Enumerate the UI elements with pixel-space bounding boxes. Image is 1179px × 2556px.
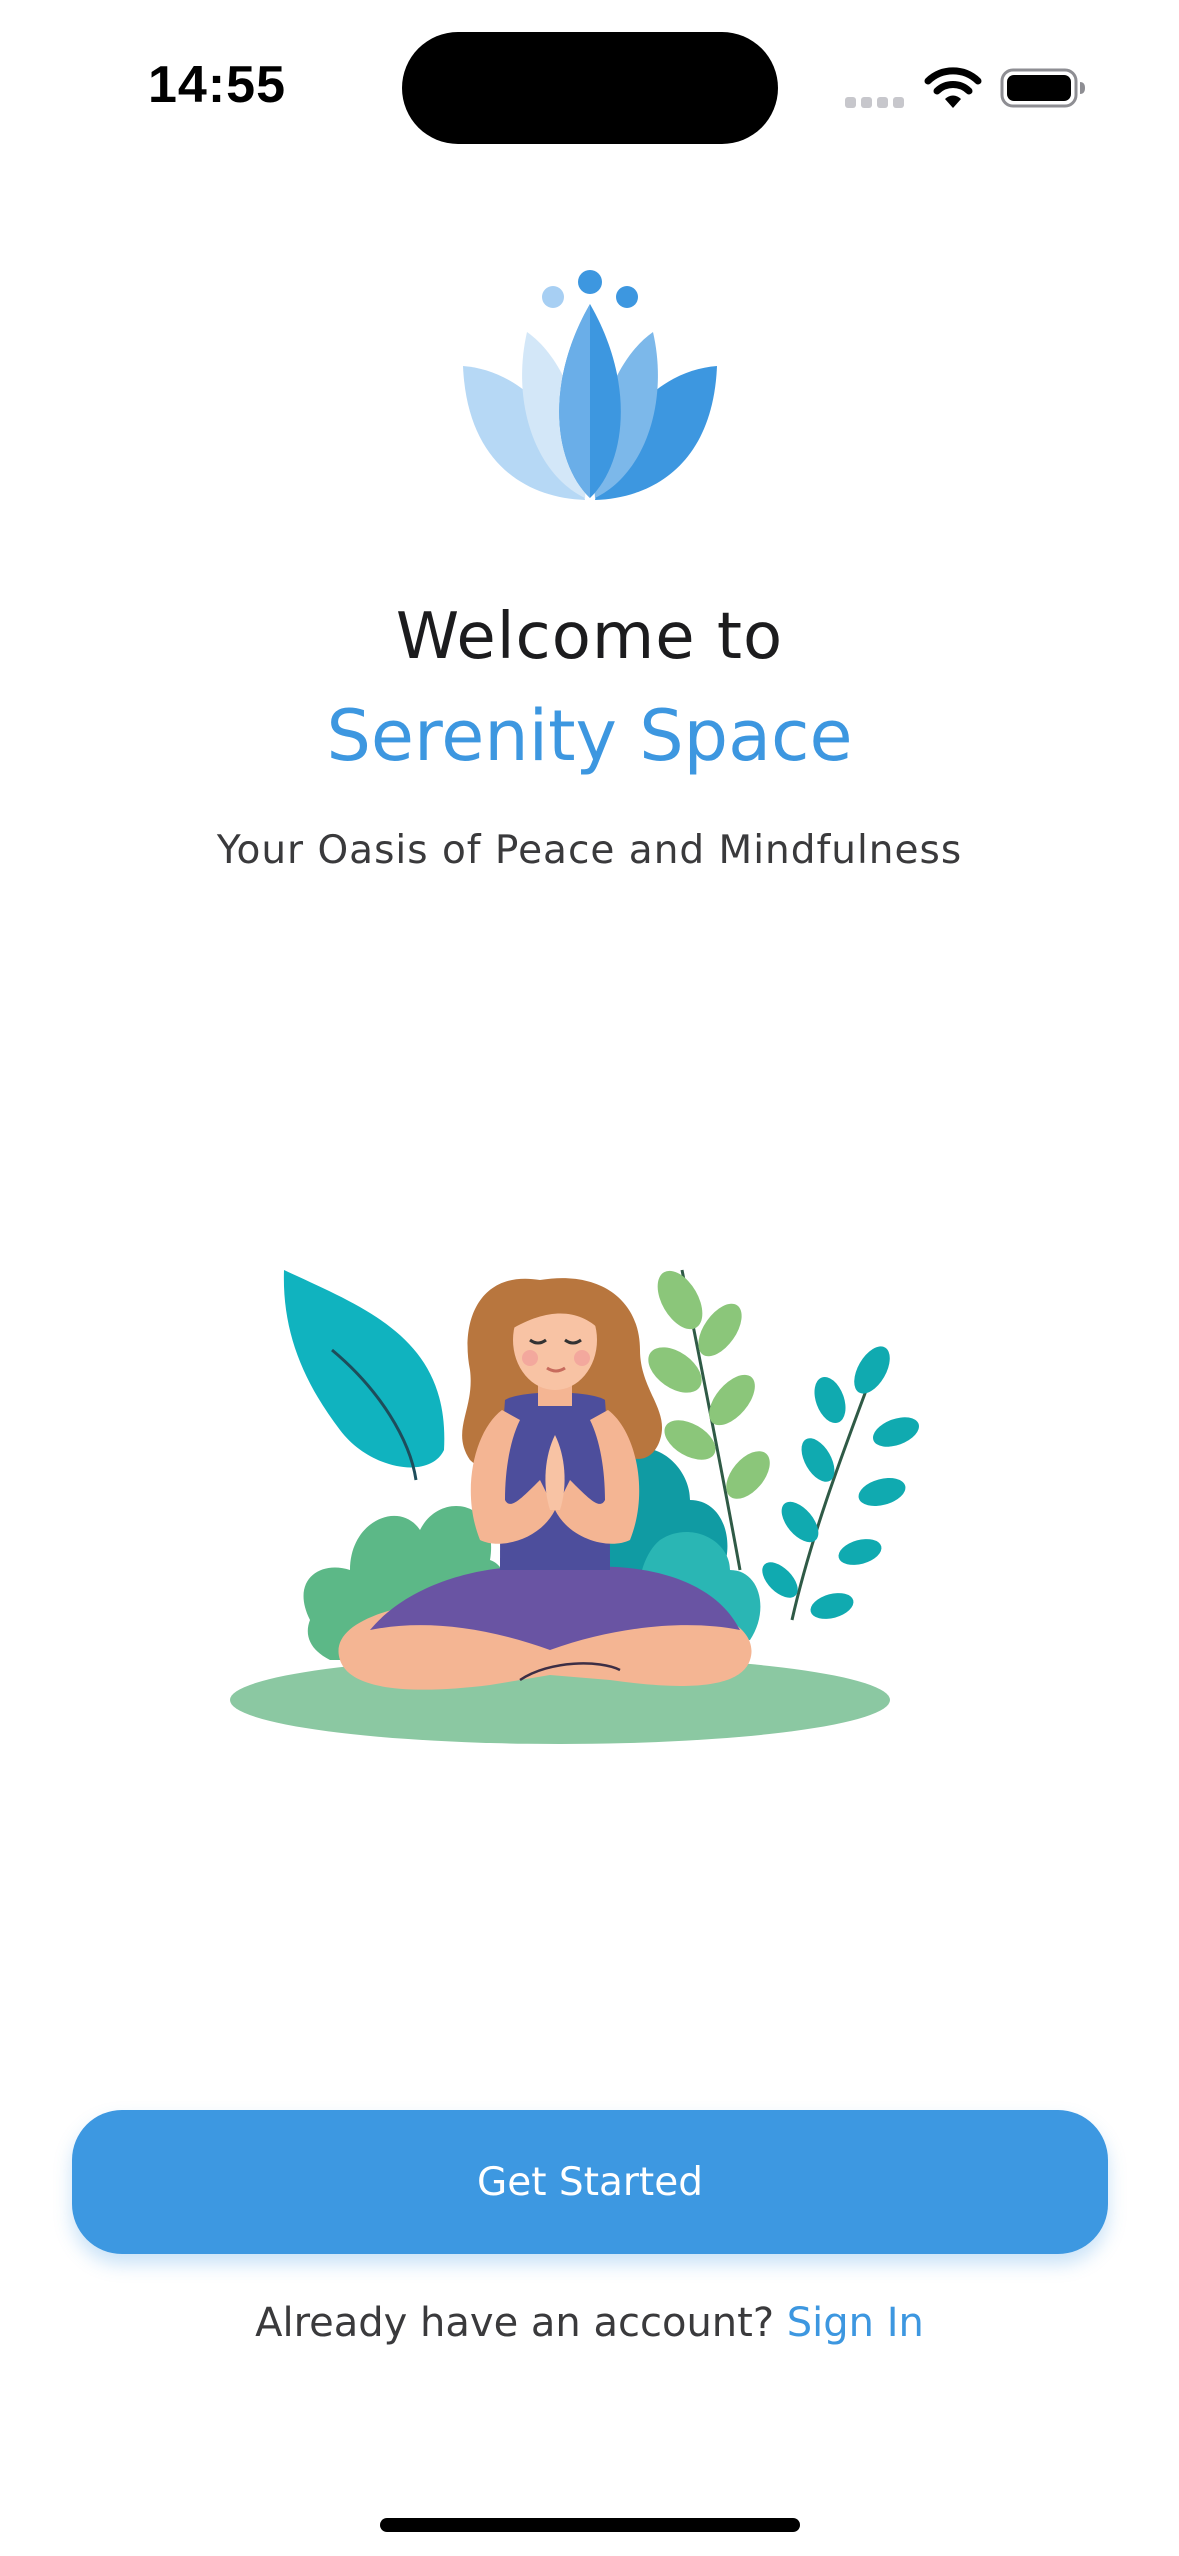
get-started-button[interactable]: Get Started xyxy=(72,2110,1108,2254)
lotus-icon xyxy=(463,270,717,500)
battery-icon xyxy=(1000,68,1085,108)
cellular-signal-icon xyxy=(845,96,905,108)
tagline-text: Your Oasis of Peace and Mindfulness xyxy=(216,828,963,873)
dynamic-island xyxy=(402,32,778,144)
app-name-title: Serenity Space xyxy=(326,695,853,777)
meditating-woman-illustration xyxy=(230,1269,919,1744)
home-indicator[interactable] xyxy=(380,2518,800,2532)
status-time: 14:55 xyxy=(148,56,286,114)
signin-row: Already have an account? Sign In xyxy=(0,2300,1179,2346)
signin-prompt: Already have an account? xyxy=(255,2300,775,2346)
status-bar: 14:55 xyxy=(0,0,1179,170)
sign-in-link[interactable]: Sign In xyxy=(787,2300,924,2346)
wifi-icon xyxy=(924,67,982,108)
welcome-heading: Welcome to xyxy=(395,600,784,674)
